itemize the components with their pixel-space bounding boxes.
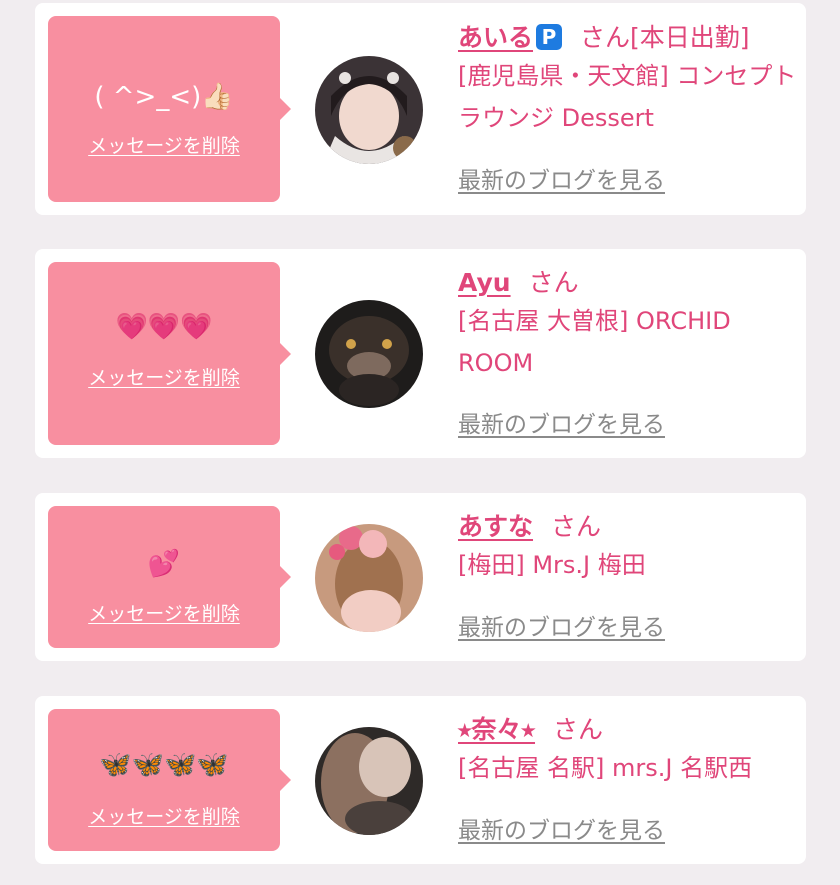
cast-info: ⭑奈々⭑ さん [名古屋 名駅] mrs.J 名駅西 bbox=[458, 713, 798, 789]
delete-message-link[interactable]: メッセージを削除 bbox=[48, 134, 280, 158]
honorific: さん bbox=[551, 512, 602, 541]
message-text: ( ^>_<)👍🏻 bbox=[94, 82, 234, 112]
favorite-card: ( ^>_<)👍🏻 メッセージを削除 あいる P さん[本日出勤] [鹿児島県・天文… bbox=[35, 3, 806, 215]
cast-info: あすな さん [梅田] Mrs.J 梅田 bbox=[458, 510, 798, 586]
cast-name-link[interactable]: あすな bbox=[458, 512, 533, 541]
message-text: 💕 bbox=[147, 549, 181, 579]
latest-blog-link[interactable]: 最新のブログを見る bbox=[458, 166, 665, 196]
cast-name-link[interactable]: あいる bbox=[458, 23, 533, 52]
favorite-card: 💗💗💗 メッセージを削除 Ayu さん [名古屋 大曽根] ORCHID ROOM… bbox=[35, 249, 806, 458]
honorific: さん bbox=[580, 23, 631, 52]
avatar[interactable] bbox=[315, 727, 423, 835]
honorific: さん bbox=[528, 268, 579, 297]
cast-name-link[interactable]: Ayu bbox=[458, 268, 511, 297]
avatar[interactable] bbox=[315, 56, 423, 164]
parking-badge-icon: P bbox=[536, 24, 563, 50]
name-line: あすな さん bbox=[458, 510, 798, 544]
name-line: ⭑奈々⭑ さん bbox=[458, 713, 798, 747]
delete-message-link[interactable]: メッセージを削除 bbox=[48, 805, 280, 829]
message-text: 🦋🦋🦋🦋 bbox=[99, 750, 229, 780]
delete-message-link[interactable]: メッセージを削除 bbox=[48, 602, 280, 626]
avatar[interactable] bbox=[315, 524, 423, 632]
latest-blog-link[interactable]: 最新のブログを見る bbox=[458, 816, 665, 846]
message-bubble: 💗💗💗 メッセージを削除 bbox=[48, 262, 291, 445]
shop-name: [名古屋 名駅] mrs.J 名駅西 bbox=[458, 754, 753, 782]
avatar[interactable] bbox=[315, 300, 423, 408]
message-bubble: ( ^>_<)👍🏻 メッセージを削除 bbox=[48, 16, 291, 202]
message-text: 💗💗💗 bbox=[115, 312, 213, 342]
name-line: あいる P さん[本日出勤] bbox=[458, 21, 798, 55]
name-line: Ayu さん bbox=[458, 266, 798, 300]
latest-blog-link[interactable]: 最新のブログを見る bbox=[458, 613, 665, 643]
cast-name-link[interactable]: ⭑奈々⭑ bbox=[458, 715, 535, 744]
message-bubble: 💕 メッセージを削除 bbox=[48, 506, 291, 648]
cast-info: あいる P さん[本日出勤] [鹿児島県・天文館] コンセプトラウンジ Desser… bbox=[458, 21, 798, 139]
shop-name: [梅田] Mrs.J 梅田 bbox=[458, 551, 646, 579]
shop-name: [鹿児島県・天文館] コンセプトラウンジ Dessert bbox=[458, 62, 797, 132]
delete-message-link[interactable]: メッセージを削除 bbox=[48, 366, 280, 390]
shop-name: [名古屋 大曽根] ORCHID ROOM bbox=[458, 307, 731, 377]
favorite-card: 💕 メッセージを削除 あすな さん [梅田] Mrs.J 梅田 最新のブログを見る bbox=[35, 493, 806, 661]
latest-blog-link[interactable]: 最新のブログを見る bbox=[458, 410, 665, 440]
status-label: [本日出勤] bbox=[630, 23, 750, 52]
honorific: さん bbox=[553, 715, 604, 744]
message-bubble: 🦋🦋🦋🦋 メッセージを削除 bbox=[48, 709, 291, 851]
cast-info: Ayu さん [名古屋 大曽根] ORCHID ROOM bbox=[458, 266, 798, 384]
favorite-card: 🦋🦋🦋🦋 メッセージを削除 ⭑奈々⭑ さん [名古屋 名駅] mrs.J 名駅西 … bbox=[35, 696, 806, 864]
